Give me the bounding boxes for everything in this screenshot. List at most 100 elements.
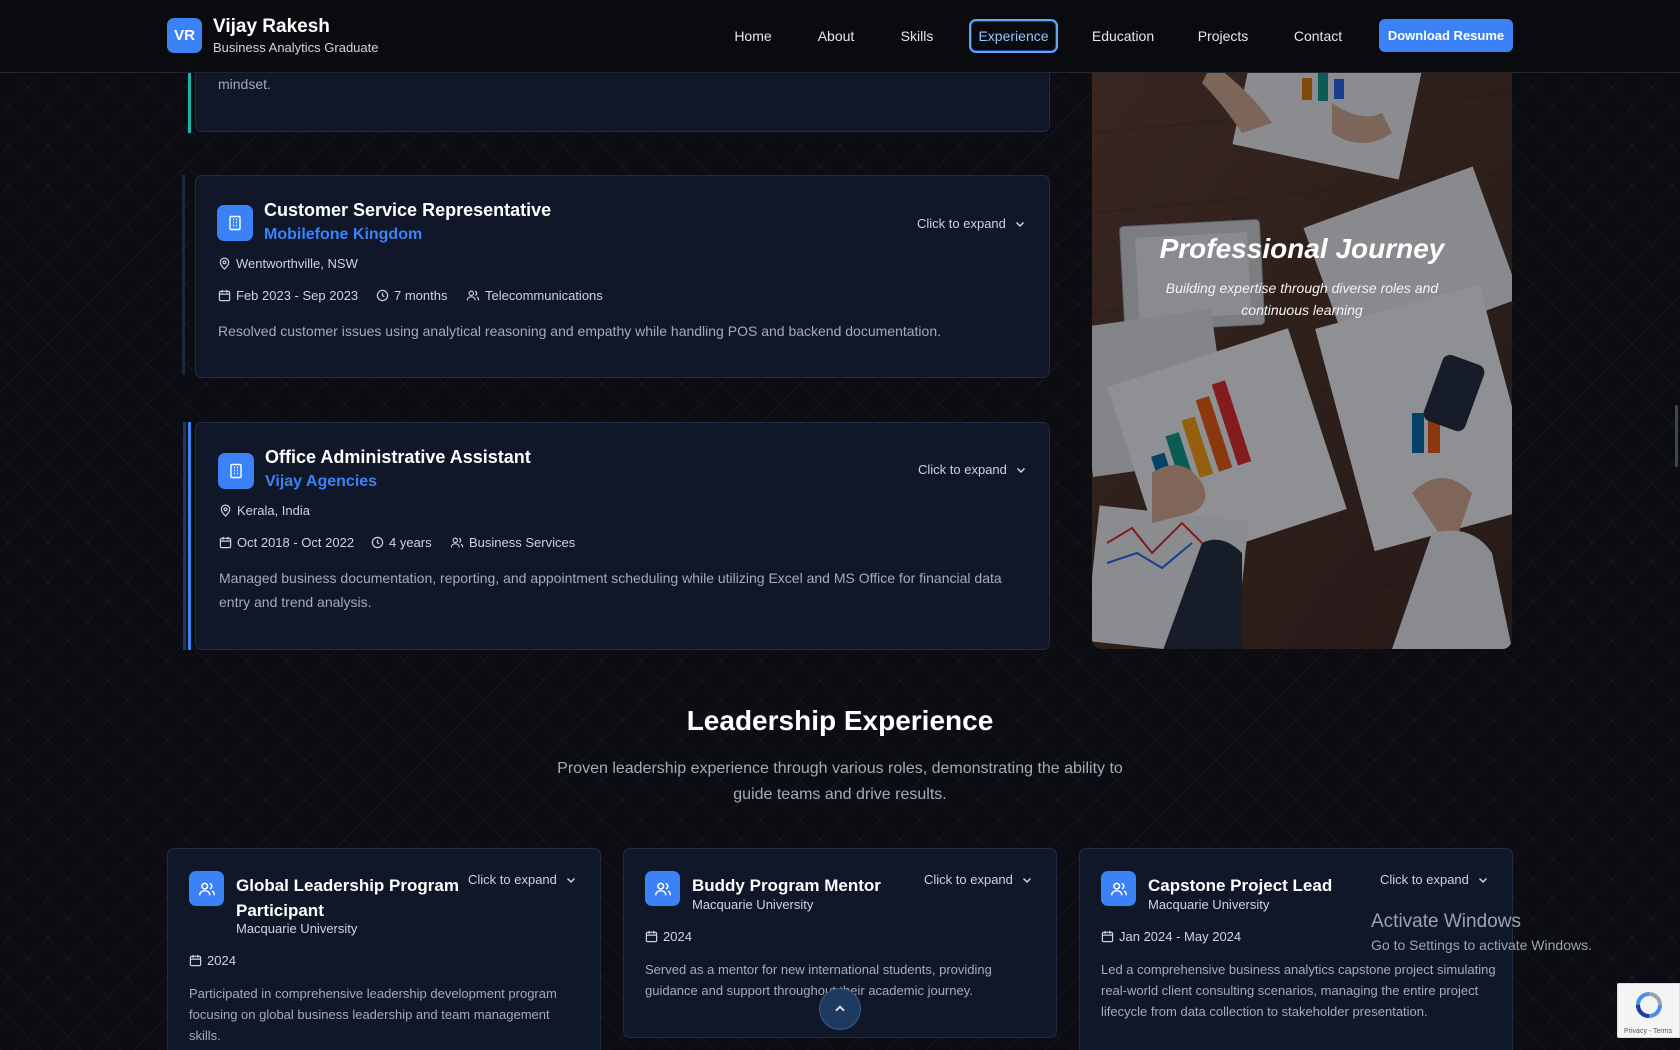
duration: 7 months bbox=[376, 288, 447, 303]
description-line: Managed business documentation, reportin… bbox=[219, 570, 1002, 586]
date: Jan 2024 - May 2024 bbox=[1101, 929, 1241, 944]
leadership-org: Macquarie University bbox=[236, 921, 358, 936]
activate-subtitle: Go to Settings to activate Windows. bbox=[1371, 937, 1592, 953]
date: 2024 bbox=[189, 953, 236, 968]
experience-description: Managed business documentation, reportin… bbox=[219, 566, 1034, 614]
title-line: Buddy Program Mentor bbox=[692, 876, 881, 895]
site-header: VR Vijay Rakesh Business Analytics Gradu… bbox=[0, 0, 1680, 73]
expand-toggle[interactable]: Click to expand bbox=[918, 462, 1027, 477]
building-icon bbox=[218, 453, 254, 489]
timeline-segment bbox=[188, 73, 191, 133]
duration: 4 years bbox=[371, 535, 432, 550]
chevron-down-icon bbox=[1015, 464, 1027, 476]
download-resume-button[interactable]: Download Resume bbox=[1379, 19, 1513, 52]
expand-label: Click to expand bbox=[918, 462, 1007, 477]
leadership-title: Buddy Program Mentor bbox=[692, 873, 881, 898]
recaptcha-links[interactable]: Privacy - Terms bbox=[1624, 1028, 1672, 1035]
calendar-icon bbox=[218, 289, 231, 302]
expand-toggle[interactable]: Click to expand bbox=[1380, 872, 1489, 887]
duration-text: 4 years bbox=[389, 535, 432, 550]
leadership-title: Capstone Project Lead bbox=[1148, 873, 1332, 898]
dates-text: Feb 2023 - Sep 2023 bbox=[236, 288, 359, 303]
expand-label: Click to expand bbox=[1380, 872, 1469, 887]
nav-experience[interactable]: Experience bbox=[969, 19, 1058, 53]
recaptcha-icon bbox=[1636, 992, 1662, 1018]
chevron-down-icon bbox=[1014, 218, 1026, 230]
users-icon bbox=[1101, 871, 1136, 906]
date-range: Feb 2023 - Sep 2023 bbox=[218, 288, 358, 303]
logo-badge[interactable]: VR bbox=[167, 18, 202, 53]
timeline-segment bbox=[183, 422, 186, 650]
calendar-icon bbox=[189, 954, 202, 967]
timeline-segment bbox=[188, 422, 191, 650]
duration-text: 7 months bbox=[394, 288, 448, 303]
expand-toggle[interactable]: Click to expand bbox=[924, 872, 1033, 887]
job-title: Customer Service Representative bbox=[264, 200, 552, 220]
industry: Telecommunications bbox=[466, 288, 603, 303]
date-text: 2024 bbox=[663, 929, 692, 944]
location-text: Wentworthville, NSW bbox=[236, 256, 358, 271]
leadership-description: Led a comprehensive business analytics c… bbox=[1101, 962, 1496, 1019]
leadership-description: Participated in comprehensive leadership… bbox=[189, 986, 557, 1043]
brand-name[interactable]: Vijay Rakesh bbox=[213, 16, 330, 38]
activate-windows-watermark: Activate Windows Go to Settings to activ… bbox=[1371, 911, 1592, 953]
company-name: Vijay Agencies bbox=[265, 473, 378, 490]
date-range: Oct 2018 - Oct 2022 bbox=[219, 535, 354, 550]
professional-journey-image: Professional Journey Building expertise … bbox=[1092, 73, 1512, 649]
office-desk-illustration bbox=[1092, 73, 1512, 649]
industry-text: Telecommunications bbox=[485, 288, 603, 303]
description-line: entry and trend analysis. bbox=[219, 594, 372, 610]
experience-description: Resolved customer issues using analytica… bbox=[218, 323, 941, 339]
journey-subtitle: Building expertise through diverse roles… bbox=[1165, 280, 1439, 318]
experience-card[interactable]: Customer Service Representative Mobilefo… bbox=[195, 175, 1050, 378]
users-icon bbox=[450, 536, 464, 549]
experience-description: mindset. bbox=[218, 76, 271, 92]
job-title: Office Administrative Assistant bbox=[265, 447, 531, 467]
location-text: Kerala, India bbox=[237, 503, 310, 518]
clock-icon bbox=[371, 536, 384, 549]
date: 2024 bbox=[645, 929, 692, 944]
dates-text: Oct 2018 - Oct 2022 bbox=[237, 535, 355, 550]
nav-contact[interactable]: Contact bbox=[1287, 19, 1349, 53]
date-text: 2024 bbox=[207, 953, 236, 968]
location: Kerala, India bbox=[219, 503, 310, 518]
industry: Business Services bbox=[450, 535, 575, 550]
scrollbar-thumb[interactable] bbox=[1675, 405, 1678, 467]
date-text: Jan 2024 - May 2024 bbox=[1119, 929, 1242, 944]
title-line: Participant bbox=[236, 901, 324, 920]
expand-toggle[interactable]: Click to expand bbox=[468, 872, 577, 887]
map-pin-icon bbox=[219, 504, 232, 517]
chevron-down-icon bbox=[1477, 874, 1489, 886]
clock-icon bbox=[376, 289, 389, 302]
leadership-card[interactable]: Global Leadership Program Participant Ma… bbox=[167, 848, 601, 1050]
chevron-up-icon bbox=[833, 1002, 847, 1016]
leadership-title: Global Leadership Program Participant bbox=[236, 873, 459, 923]
location: Wentworthville, NSW bbox=[218, 256, 358, 271]
expand-label: Click to expand bbox=[468, 872, 557, 887]
expand-label: Click to expand bbox=[924, 872, 1013, 887]
leadership-org: Macquarie University bbox=[692, 897, 814, 912]
chevron-down-icon bbox=[565, 874, 577, 886]
title-line: Global Leadership Program bbox=[236, 876, 459, 895]
users-icon bbox=[645, 871, 680, 906]
experience-card[interactable]: Office Administrative Assistant Vijay Ag… bbox=[195, 422, 1050, 650]
title-line: Capstone Project Lead bbox=[1148, 876, 1333, 895]
nav-education[interactable]: Education bbox=[1085, 19, 1161, 53]
building-icon bbox=[217, 205, 253, 241]
nav-home[interactable]: Home bbox=[725, 19, 781, 53]
calendar-icon bbox=[645, 930, 658, 943]
nav-skills[interactable]: Skills bbox=[891, 19, 943, 53]
nav-projects[interactable]: Projects bbox=[1190, 19, 1256, 53]
expand-label: Click to expand bbox=[917, 216, 1006, 231]
expand-toggle[interactable]: Click to expand bbox=[917, 216, 1026, 231]
users-icon bbox=[189, 871, 224, 906]
recaptcha-badge[interactable]: Privacy - Terms bbox=[1617, 983, 1680, 1038]
leadership-subheading: Proven leadership experience through var… bbox=[557, 760, 1123, 803]
leadership-org: Macquarie University bbox=[1148, 897, 1270, 912]
users-icon bbox=[466, 289, 480, 302]
map-pin-icon bbox=[218, 257, 231, 270]
scroll-to-top-button[interactable] bbox=[819, 988, 861, 1030]
activate-title: Activate Windows bbox=[1371, 911, 1521, 932]
nav-about[interactable]: About bbox=[808, 19, 864, 53]
calendar-icon bbox=[1101, 930, 1114, 943]
